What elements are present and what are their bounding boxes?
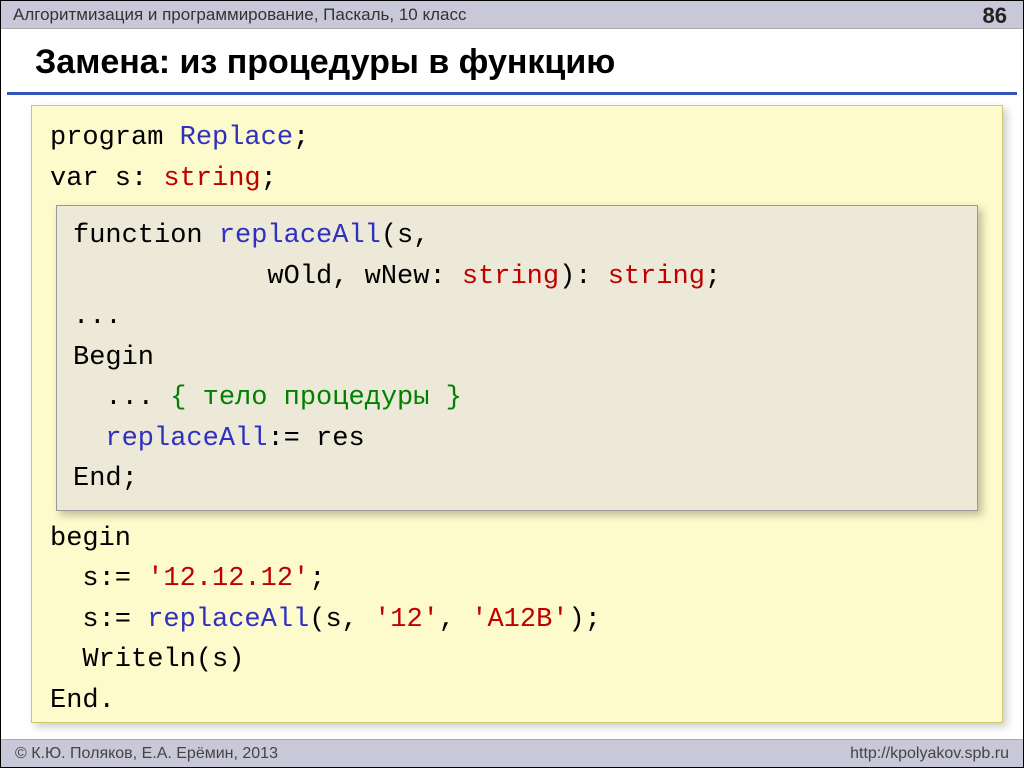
- header-bar: Алгоритмизация и программирование, Паска…: [1, 1, 1023, 29]
- code-line: wOld, wNew: string): string;: [73, 257, 961, 298]
- slide: Алгоритмизация и программирование, Паска…: [0, 0, 1024, 768]
- footer-url: http://kpolyakov.spb.ru: [850, 745, 1009, 763]
- code-line: ... { тело процедуры }: [73, 378, 961, 419]
- code-line: s:= replaceAll(s, '12', 'A12B');: [50, 600, 984, 641]
- slide-title: Замена: из процедуры в функцию: [7, 29, 1017, 95]
- code-line: End;: [73, 459, 961, 500]
- code-line: Writeln(s): [50, 640, 984, 681]
- inner-code-box: function replaceAll(s, wOld, wNew: strin…: [56, 205, 978, 511]
- code-line: var s: string;: [50, 159, 984, 200]
- code-line: begin: [50, 519, 984, 560]
- breadcrumb: Алгоритмизация и программирование, Паска…: [13, 5, 466, 25]
- footer-bar: © К.Ю. Поляков, Е.А. Ерёмин, 2013 http:/…: [1, 739, 1023, 767]
- code-block: program Replace; var s: string; function…: [31, 105, 1003, 723]
- code-line: End.: [50, 681, 984, 722]
- code-line: s:= '12.12.12';: [50, 559, 984, 600]
- page-number: 86: [983, 3, 1007, 29]
- code-line: Begin: [73, 338, 961, 379]
- code-line: function replaceAll(s,: [73, 216, 961, 257]
- copyright: © К.Ю. Поляков, Е.А. Ерёмин, 2013: [15, 745, 278, 763]
- code-line: ...: [73, 297, 961, 338]
- code-line: replaceAll:= res: [73, 419, 961, 460]
- code-line: program Replace;: [50, 118, 984, 159]
